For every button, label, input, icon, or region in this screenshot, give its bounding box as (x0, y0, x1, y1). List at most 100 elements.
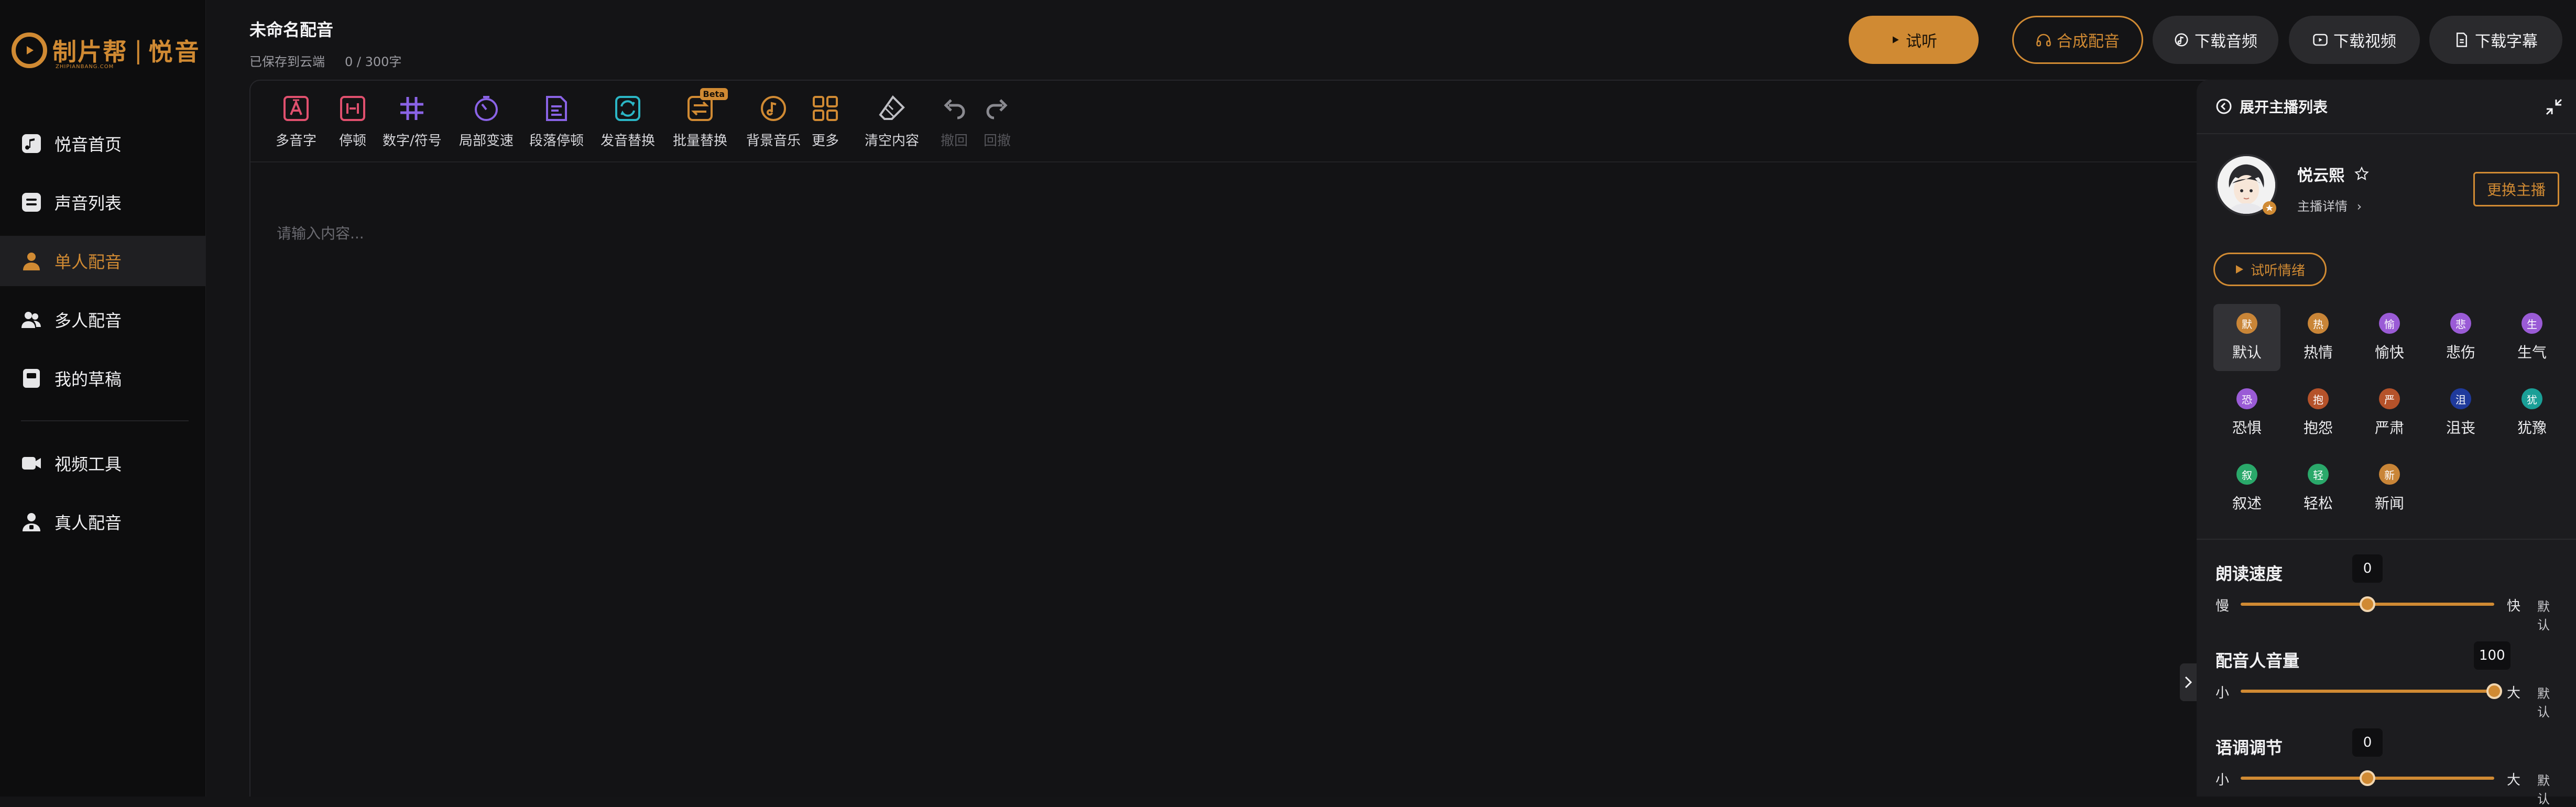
emotion-option[interactable]: 默默认 (2213, 304, 2280, 371)
emotion-dot: 悲 (2450, 313, 2471, 334)
tool-label: 局部变速 (459, 133, 514, 149)
emotion-dot: 恐 (2236, 388, 2257, 409)
tool-number-symbol[interactable]: 数字/符号 (383, 90, 442, 149)
tool-bg-music[interactable]: 背景音乐 (746, 90, 801, 149)
play-icon (2235, 265, 2243, 274)
change-anchor-button[interactable]: 更换主播 (2473, 172, 2559, 206)
synthesize-button[interactable]: 合成配音 (2012, 16, 2143, 64)
editor-toolbar: 多音字 停顿 数字/符号 局部变速 段落停顿 发音替换 Beta 批量替换 背景… (250, 81, 2251, 162)
slider-default-button[interactable]: 默认 (2537, 596, 2559, 633)
emotion-option[interactable]: 新新闻 (2356, 455, 2423, 522)
bg-music-icon (755, 90, 792, 127)
emotion-option[interactable]: 严严肃 (2356, 379, 2423, 446)
emotion-label: 犹豫 (2517, 419, 2547, 437)
collapse-icon[interactable] (2545, 97, 2563, 116)
person-voice-icon (21, 511, 42, 532)
nav-item-video-tools[interactable]: 视频工具 (0, 438, 205, 488)
logo[interactable]: 制片帮 | 悦音 ZHIPIANBANG.COM (12, 32, 201, 70)
anchor-detail-link[interactable]: 主播详情 › (2297, 196, 2362, 214)
subtitle-file-icon (2457, 32, 2467, 47)
emotion-option[interactable]: 轻轻松 (2285, 455, 2352, 522)
slider-default-button[interactable]: 默认 (2537, 683, 2559, 720)
slider-handle[interactable] (2486, 683, 2502, 699)
emotion-option[interactable]: 犹犹豫 (2498, 379, 2566, 446)
tool-label: 背景音乐 (746, 133, 801, 149)
emotion-option[interactable]: 恐恐惧 (2213, 379, 2280, 446)
emotion-dot: 叙 (2236, 464, 2257, 485)
anchor-detail-label: 主播详情 (2297, 199, 2348, 214)
emotion-dot: 严 (2379, 388, 2400, 409)
chevron-right-icon: › (2356, 199, 2362, 214)
verified-badge-icon (2263, 201, 2276, 215)
tool-local-speed[interactable]: 局部变速 (459, 90, 514, 149)
document-meta: 已保存到云端 0 / 300字 (249, 51, 401, 70)
emotion-option[interactable]: 抱抱怨 (2285, 379, 2352, 446)
nav-item-human-dubbing[interactable]: 真人配音 (0, 497, 205, 547)
slider-handle[interactable] (2360, 770, 2375, 786)
list-icon (21, 192, 42, 213)
tool-label: 更多 (811, 133, 839, 149)
brand-separator: | (134, 36, 143, 64)
editor-input[interactable]: 请输入内容... (277, 222, 364, 243)
emotion-option[interactable]: 生生气 (2498, 304, 2566, 371)
voice-settings-panel: 展开主播列表 悦云熙 主播详情 › 更换主播 试听情绪 默 默认 热 热情 愉 … (2197, 80, 2576, 806)
download-audio-button[interactable]: 下载音频 (2153, 16, 2278, 64)
editor: 多音字 停顿 数字/符号 局部变速 段落停顿 发音替换 Beta 批量替换 背景… (249, 80, 2251, 797)
emotion-option[interactable]: 愉愉快 (2356, 304, 2423, 371)
headphones-icon (2036, 34, 2051, 47)
try-listen-button[interactable]: 试听 (1849, 16, 1979, 64)
tool-label: 发音替换 (601, 133, 656, 149)
download-video-button[interactable]: 下载视频 (2289, 16, 2420, 64)
tool-more[interactable]: 更多 (807, 90, 844, 149)
batch-replace-icon: Beta (682, 88, 728, 127)
slider-value-bubble: 0 (2352, 728, 2383, 757)
try-emotion-button[interactable]: 试听情绪 (2213, 253, 2327, 286)
slider-handle[interactable] (2360, 596, 2375, 612)
nav-item-single-dubbing[interactable]: 单人配音 (0, 236, 205, 286)
nav-item-home[interactable]: 悦音首页 (0, 118, 205, 169)
tool-label: 回撤 (983, 133, 1011, 149)
tool-label: 清空内容 (865, 133, 920, 149)
tool-polyphone[interactable]: 多音字 (276, 90, 316, 149)
music-note-icon (21, 133, 42, 154)
nav-item-multi-dubbing[interactable]: 多人配音 (0, 295, 205, 345)
play-icon (1893, 36, 1899, 43)
draft-icon (21, 368, 42, 389)
tool-batch-replace[interactable]: Beta 批量替换 (673, 88, 728, 149)
download-subtitle-button[interactable]: 下载字幕 (2429, 16, 2562, 64)
panel-toggle[interactable] (2180, 663, 2197, 701)
redo-icon (979, 90, 1016, 127)
emotion-option[interactable]: 悲悲伤 (2427, 304, 2494, 371)
emotion-option[interactable]: 沮沮丧 (2427, 379, 2494, 446)
reading-speed-slider[interactable]: 慢 快默认 (2215, 593, 2559, 632)
panel-header[interactable]: 展开主播列表 (2197, 80, 2576, 134)
document-title[interactable]: 未命名配音 (249, 17, 333, 41)
beta-badge: Beta (700, 88, 728, 100)
pitch-adjust-slider[interactable]: 小 大默认 (2215, 767, 2559, 806)
slider-default-button[interactable]: 默认 (2537, 770, 2559, 807)
back-circle-icon (2216, 99, 2232, 114)
tool-paragraph-pause[interactable]: 段落停顿 (529, 90, 584, 149)
nav-label: 真人配音 (54, 513, 122, 533)
emotion-option[interactable]: 叙叙述 (2213, 455, 2280, 522)
tool-undo[interactable]: 撤回 (936, 90, 973, 149)
pitch-adjust-title: 语调调节 (2215, 738, 2283, 758)
nav-label: 多人配音 (54, 311, 122, 331)
nav-item-drafts[interactable]: 我的草稿 (0, 353, 205, 404)
star-icon[interactable] (2354, 166, 2370, 182)
char-count: 0 / 300字 (345, 54, 402, 69)
tool-redo[interactable]: 回撤 (979, 90, 1016, 149)
tool-pause[interactable]: 停顿 (334, 90, 371, 149)
tool-clear[interactable]: 清空内容 (865, 90, 919, 149)
slider-track[interactable] (2241, 690, 2494, 693)
emotion-dot: 犹 (2522, 388, 2542, 409)
speed-icon (468, 90, 505, 127)
pronounce-replace-icon (609, 90, 646, 127)
voice-volume-slider[interactable]: 小 大默认 (2215, 680, 2559, 719)
tool-label: 批量替换 (673, 133, 728, 149)
emotion-label: 悲伤 (2446, 344, 2475, 361)
nav-item-voice-list[interactable]: 声音列表 (0, 177, 205, 227)
emotion-option[interactable]: 热热情 (2285, 304, 2352, 371)
tool-pronounce-replace[interactable]: 发音替换 (601, 90, 655, 149)
emotion-label: 严肃 (2374, 419, 2404, 437)
